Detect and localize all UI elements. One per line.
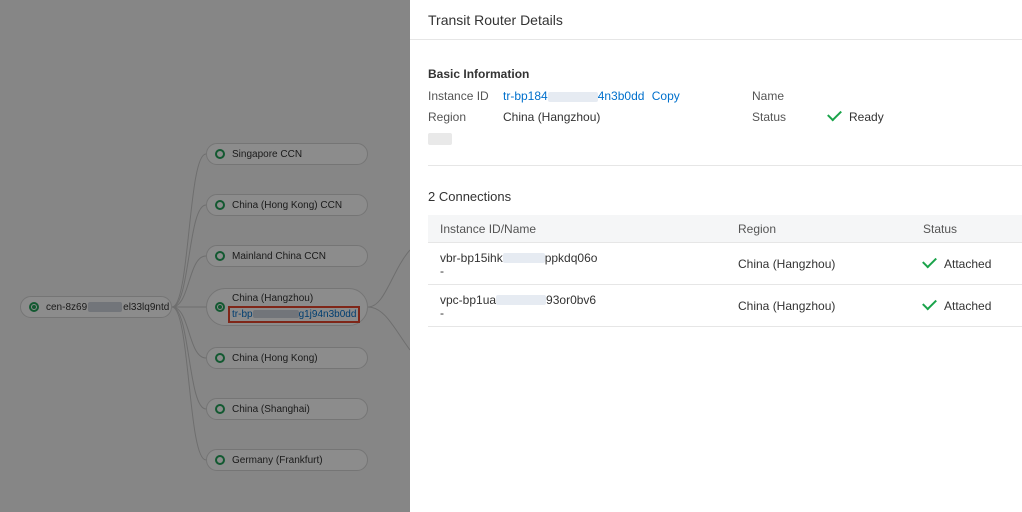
redacted-mask bbox=[88, 302, 123, 312]
region-cell: China (Hangzhou) bbox=[738, 256, 836, 271]
node-status-icon bbox=[215, 200, 225, 210]
section-divider bbox=[428, 165, 1022, 166]
instance-id-value: tr-bp184 4n3b0dd Copy bbox=[503, 89, 680, 103]
cen-root-label: cen-8z69 bbox=[46, 301, 88, 313]
instance-cell: vpc-bp1ua 93or0bv6 - bbox=[428, 293, 726, 319]
basic-info-title: Basic Information bbox=[428, 67, 530, 81]
status-text: Attached bbox=[944, 298, 992, 313]
redacted-mask bbox=[496, 295, 547, 306]
redacted-mask bbox=[428, 133, 452, 145]
node-hongkong[interactable]: China (Hong Kong) bbox=[206, 347, 368, 369]
cen-root-node[interactable]: cen-8z69 el33lq9ntd bbox=[20, 296, 172, 318]
redacted-mask bbox=[252, 309, 299, 318]
copy-button[interactable]: Copy bbox=[652, 89, 680, 103]
node-label: Mainland China CCN bbox=[232, 250, 326, 262]
redacted-mask bbox=[547, 91, 598, 102]
connections-table: Instance ID/Name Region Status vbr-bp15i… bbox=[428, 215, 1022, 327]
status-cell: Attached bbox=[911, 253, 1022, 271]
cen-root-label-suffix: el33lq9ntd bbox=[123, 301, 170, 313]
region-label: Region bbox=[428, 110, 467, 124]
check-icon bbox=[922, 253, 937, 268]
redacted-mask bbox=[502, 253, 545, 264]
instance-id-prefix[interactable]: tr-bp184 bbox=[503, 89, 548, 103]
column-header-status: Status bbox=[923, 221, 958, 236]
node-singapore-ccn[interactable]: Singapore CCN bbox=[206, 143, 368, 165]
node-hongkong-ccn[interactable]: China (Hong Kong) CCN bbox=[206, 194, 368, 216]
status-text: Attached bbox=[944, 256, 992, 271]
tr-link-suffix: g1j94n3b0dd bbox=[298, 308, 357, 320]
region-value: China (Hangzhou) bbox=[503, 110, 601, 124]
node-mainland-ccn[interactable]: Mainland China CCN bbox=[206, 245, 368, 267]
instance-id-label: Instance ID bbox=[428, 89, 489, 103]
instance-id-suffix: 93or0bv6 bbox=[546, 292, 597, 307]
topology-view: cen-8z69 el33lq9ntd Singapore CCN China … bbox=[0, 0, 410, 512]
node-label: China (Shanghai) bbox=[232, 403, 310, 415]
node-status-icon bbox=[215, 149, 225, 159]
status-text: Ready bbox=[849, 110, 884, 124]
table-row: vbr-bp15ihk ppkdq06o - China (Hangzhou) A… bbox=[428, 243, 1022, 285]
table-row: vpc-bp1ua 93or0bv6 - China (Hangzhou) Att… bbox=[428, 285, 1022, 327]
status-cell: Attached bbox=[911, 295, 1022, 313]
instance-id-suffix[interactable]: 4n3b0dd bbox=[598, 89, 645, 103]
instance-id-suffix: ppkdq06o bbox=[544, 250, 598, 265]
tr-link-prefix: tr-bp bbox=[232, 308, 253, 320]
name-label: Name bbox=[752, 89, 785, 103]
instance-id-prefix: vbr-bp15ihk bbox=[440, 250, 503, 265]
connections-title: 2 Connections bbox=[428, 189, 512, 204]
panel-title: Transit Router Details bbox=[410, 0, 1022, 40]
node-label: Germany (Frankfurt) bbox=[232, 454, 323, 466]
instance-name: - bbox=[440, 263, 444, 278]
node-status-icon bbox=[215, 353, 225, 363]
status-value: Ready bbox=[827, 106, 884, 124]
instance-name: - bbox=[440, 305, 444, 320]
node-shanghai[interactable]: China (Shanghai) bbox=[206, 398, 368, 420]
instance-id: vpc-bp1ua 93or0bv6 bbox=[440, 293, 726, 307]
node-status-icon bbox=[215, 455, 225, 465]
region-cell: China (Hangzhou) bbox=[738, 298, 836, 313]
node-status-icon bbox=[215, 302, 225, 312]
node-label: China (Hong Kong) CCN bbox=[232, 199, 343, 211]
instance-id: vbr-bp15ihk ppkdq06o bbox=[440, 251, 726, 265]
check-icon bbox=[922, 295, 937, 310]
node-status-icon bbox=[215, 251, 225, 261]
column-header-region: Region bbox=[738, 221, 777, 236]
node-label: China (Hangzhou) bbox=[232, 292, 314, 304]
status-label: Status bbox=[752, 110, 787, 124]
node-status-icon bbox=[29, 302, 39, 312]
node-frankfurt[interactable]: Germany (Frankfurt) bbox=[206, 449, 368, 471]
column-header-instance: Instance ID/Name bbox=[440, 221, 537, 236]
instance-id-prefix: vpc-bp1ua bbox=[440, 292, 497, 307]
table-header: Instance ID/Name Region Status bbox=[428, 215, 1022, 243]
transit-router-link[interactable]: tr-bp g1j94n3b0dd bbox=[228, 305, 361, 323]
node-hangzhou-transit-router[interactable]: China (Hangzhou) tr-bp g1j94n3b0dd bbox=[206, 288, 368, 326]
node-label: China (Hong Kong) bbox=[232, 352, 318, 364]
node-label: Singapore CCN bbox=[232, 148, 303, 160]
node-status-icon bbox=[215, 404, 225, 414]
instance-cell: vbr-bp15ihk ppkdq06o - bbox=[428, 251, 726, 277]
